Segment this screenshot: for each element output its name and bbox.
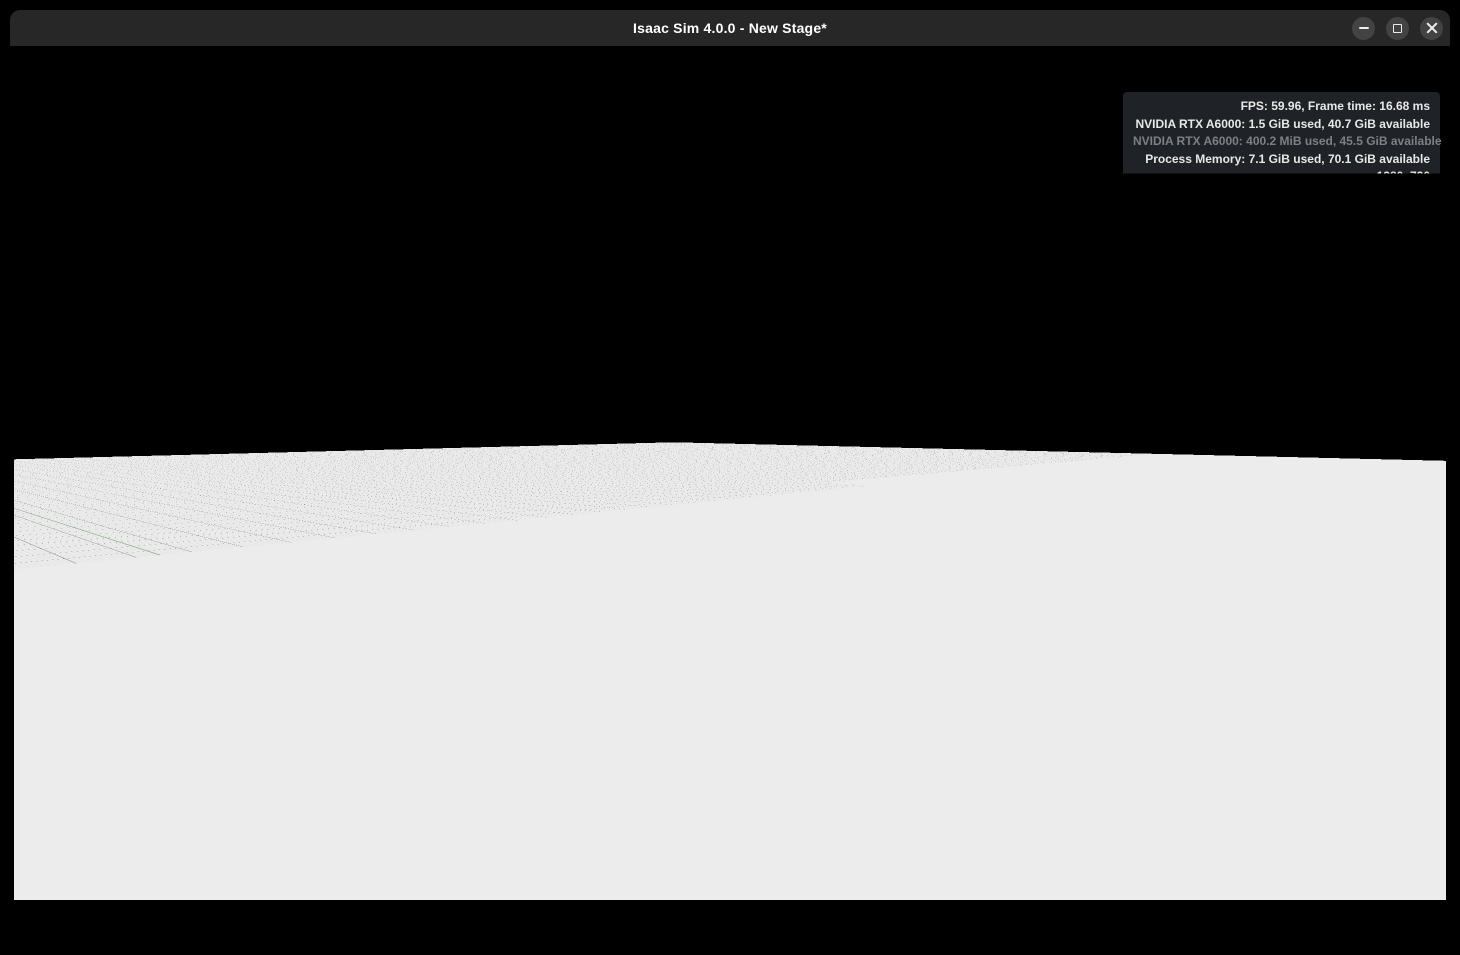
gpu0-memory-line: NVIDIA RTX A6000: 1.5 GiB used, 40.7 GiB… — [1133, 116, 1430, 134]
cube-top-face — [637, 459, 743, 473]
ground-grid — [14, 393, 1446, 900]
close-icon — [1426, 22, 1438, 34]
cube-right-face — [692, 467, 743, 558]
stats-overlay: FPS: 59.96, Frame time: 16.68 ms NVIDIA … — [1123, 92, 1440, 193]
window-title: Isaac Sim 4.0.0 - New Stage* — [10, 10, 1450, 46]
maximize-button[interactable] — [1386, 17, 1409, 40]
window-controls — [1352, 10, 1443, 46]
minimize-icon — [1359, 27, 1369, 29]
cube-shadow — [740, 542, 860, 593]
x-axis-line — [1430, 364, 1446, 460]
viewport-hint-badge: m — [30, 917, 57, 940]
gpu1-memory-line: NVIDIA RTX A6000: 400.2 MiB used, 45.5 G… — [1133, 133, 1430, 151]
app-window: Isaac Sim 4.0.0 - New Stage* — [10, 10, 1450, 945]
process-memory-line: Process Memory: 7.1 GiB used, 70.1 GiB a… — [1133, 151, 1430, 169]
close-button[interactable] — [1420, 17, 1443, 40]
fps-line: FPS: 59.96, Frame time: 16.68 ms — [1133, 98, 1430, 116]
minimize-button[interactable] — [1352, 17, 1375, 40]
resolution-label: 1280x720 — [1133, 168, 1430, 186]
maximize-icon — [1393, 24, 1402, 33]
torus-hole — [554, 544, 830, 622]
cube-front-face — [637, 467, 692, 558]
titlebar[interactable]: Isaac Sim 4.0.0 - New Stage* — [10, 10, 1450, 46]
viewport-canvas[interactable]: FPS: 59.96, Frame time: 16.68 ms NVIDIA … — [14, 46, 1446, 900]
